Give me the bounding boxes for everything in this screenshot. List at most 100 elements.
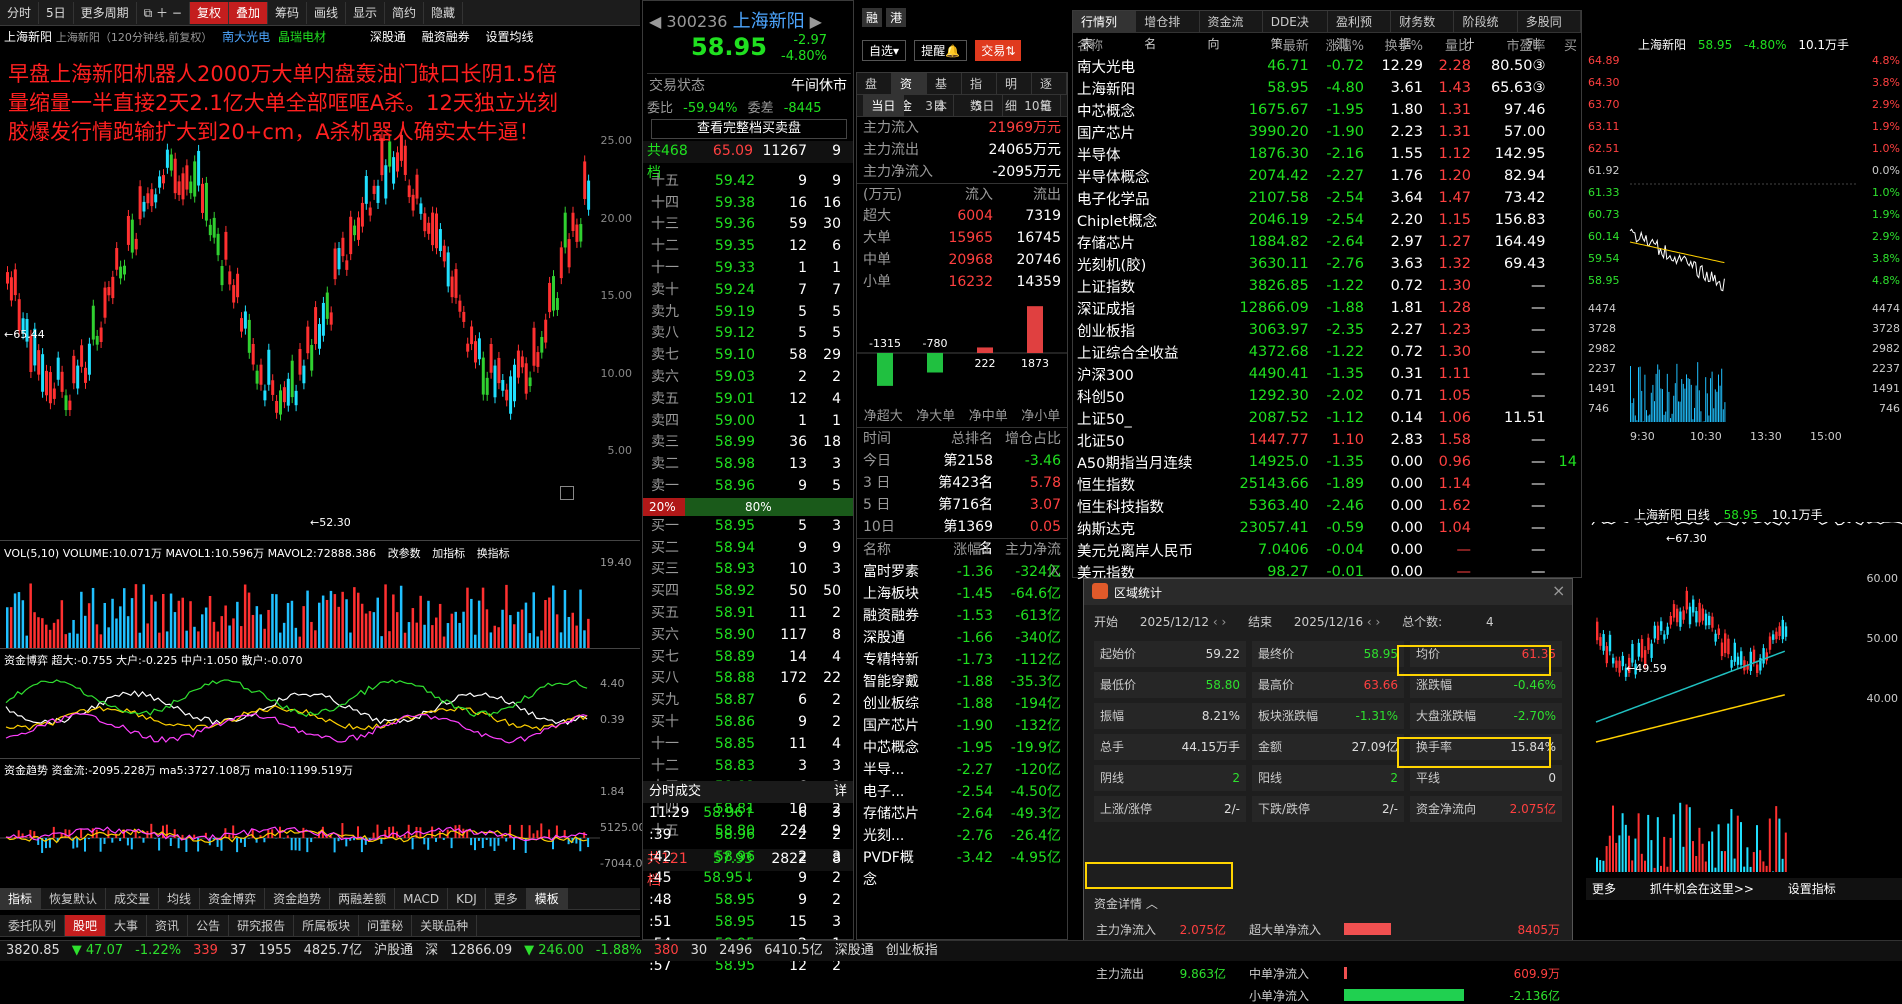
ticks-more-button[interactable]: 详 xyxy=(834,781,847,803)
list-row[interactable]: 北证501447.771.102.831.58— xyxy=(1073,429,1581,451)
list-row[interactable]: 光刻机(胶)3630.11-2.763.631.3269.43 xyxy=(1073,253,1581,275)
tab-template[interactable]: 模板 xyxy=(527,888,568,909)
list-row[interactable]: 纳斯达克23057.41-0.590.001.04— xyxy=(1073,517,1581,539)
book-row[interactable]: 卖七59.105829 xyxy=(643,345,853,367)
toolbar-simple[interactable]: 简约 xyxy=(385,2,424,24)
tab-announce[interactable]: 公告 xyxy=(188,915,229,936)
list-row[interactable]: 电子化学品2107.58-2.543.641.4773.42 xyxy=(1073,187,1581,209)
sector-row[interactable]: 上海板块-1.45-64.6亿 xyxy=(857,583,1067,605)
list-row[interactable]: 上证综合全收益4372.68-1.220.721.30— xyxy=(1073,341,1581,363)
tab-more[interactable]: 更多 xyxy=(486,888,527,909)
sector-row[interactable]: 专精特新-1.73-112亿 xyxy=(857,649,1067,671)
book-row[interactable]: 十二59.35126 xyxy=(643,236,853,258)
book-row[interactable]: 卖五59.01124 xyxy=(643,389,853,411)
hk-badge[interactable]: 港 xyxy=(886,8,906,27)
list-row[interactable]: 上证指数3826.85-1.220.721.30— xyxy=(1073,275,1581,297)
book-row[interactable]: 卖六59.0322 xyxy=(643,367,853,389)
indicator-setting[interactable]: 设置指标 xyxy=(1788,882,1836,896)
book-row[interactable]: 卖八59.1255 xyxy=(643,323,853,345)
book-row[interactable]: 十一59.3311 xyxy=(643,258,853,280)
trade-button[interactable]: 交易⇅ xyxy=(975,40,1021,61)
period-today[interactable]: 当日 xyxy=(863,95,904,116)
period-5d[interactable]: 5日 xyxy=(967,95,1004,116)
period-10d[interactable]: 10日 xyxy=(1016,95,1060,116)
tab-jrdc[interactable]: 晶瑞电材 xyxy=(278,30,326,44)
tab-news[interactable]: 资讯 xyxy=(147,915,188,936)
book-row[interactable]: 买七58.89144 xyxy=(643,647,853,669)
book-row[interactable]: 十三59.365930 xyxy=(643,214,853,236)
toolbar-icons[interactable]: ⧉ ＋ − xyxy=(137,2,190,24)
sector-row[interactable]: 中芯概念-1.95-19.9亿 xyxy=(857,737,1067,759)
tab-research[interactable]: 研究报告 xyxy=(229,915,294,936)
sector-row[interactable]: 存储芯片-2.64-49.3亿 xyxy=(857,803,1067,825)
tab-margin[interactable]: 融资融券 xyxy=(422,30,470,44)
tab-fund-game[interactable]: 资金博弈 xyxy=(200,888,265,909)
list-row[interactable]: 存储芯片1884.82-2.642.971.27164.49 xyxy=(1073,231,1581,253)
book-row[interactable]: 买二58.9499 xyxy=(643,538,853,560)
list-row[interactable]: 国产芯片3990.20-1.902.231.3157.00 xyxy=(1073,121,1581,143)
tab-macd[interactable]: MACD xyxy=(395,888,448,909)
alert-button[interactable]: 提醒🔔 xyxy=(914,40,967,61)
toolbar-5day[interactable]: 5日 xyxy=(39,2,74,24)
tab-sector[interactable]: 所属板块 xyxy=(294,915,359,936)
list-row[interactable]: 恒生指数25143.66-1.890.001.14— xyxy=(1073,473,1581,495)
toolbar-display[interactable]: 显示 xyxy=(346,2,385,24)
tab-ndgd[interactable]: 南大光电 xyxy=(222,30,270,44)
tab-dde[interactable]: DDE决策 xyxy=(1263,11,1328,32)
book-row[interactable]: 买三58.93103 xyxy=(643,559,853,581)
tab-margin-diff[interactable]: 两融差额 xyxy=(330,888,395,909)
sector-row[interactable]: 电子...-2.54-4.50亿 xyxy=(857,781,1067,803)
tab-forum[interactable]: 股吧 xyxy=(65,915,106,936)
list-row[interactable]: 上海新阳58.95-4.803.611.4365.63③ xyxy=(1073,77,1581,99)
book-row[interactable]: 十二58.8333 xyxy=(643,756,853,778)
tab-fund-flow[interactable]: 资金流向 xyxy=(1200,11,1263,32)
tab-ma-setting[interactable]: 设置均线 xyxy=(486,30,534,44)
toolbar-hide[interactable]: 隐藏 xyxy=(424,2,463,24)
tab-related[interactable]: 关联品种 xyxy=(412,915,477,936)
book-row[interactable]: 卖一58.9695 xyxy=(643,476,853,498)
list-row[interactable]: 创业板指3063.97-2.352.271.23— xyxy=(1073,319,1581,341)
book-row[interactable]: 卖三58.993618 xyxy=(643,432,853,454)
vol-switch-button[interactable]: 换指标 xyxy=(477,547,510,560)
kline-square-icon[interactable] xyxy=(560,486,574,500)
book-row[interactable]: 卖十59.2477 xyxy=(643,280,853,302)
toolbar-adjust[interactable]: 复权 xyxy=(190,2,229,24)
tab-order-queue[interactable]: 委托队列 xyxy=(0,915,65,936)
toolbar-more-period[interactable]: 更多周期 xyxy=(74,2,137,24)
book-row[interactable]: 十五59.4299 xyxy=(643,171,853,193)
book-row[interactable]: 卖二58.98133 xyxy=(643,454,853,476)
list-row[interactable]: 上证50_2087.52-1.120.141.0611.51 xyxy=(1073,407,1581,429)
tab-forecast[interactable]: 盈利预测 xyxy=(1328,11,1391,32)
sector-row[interactable]: 国产芯片-1.90-132亿 xyxy=(857,715,1067,737)
tab-kdj[interactable]: KDJ xyxy=(448,888,486,909)
toolbar-overlay[interactable]: 叠加 xyxy=(229,2,268,24)
book-row[interactable]: 买九58.8762 xyxy=(643,690,853,712)
list-row[interactable]: 半导体1876.30-2.161.551.12142.95 xyxy=(1073,143,1581,165)
sector-row[interactable]: 创业板综-1.88-194亿 xyxy=(857,693,1067,715)
book-row[interactable]: 买六58.901178 xyxy=(643,625,853,647)
book-row[interactable]: 买十58.8692 xyxy=(643,712,853,734)
tab-detail[interactable]: 明细 xyxy=(997,73,1032,94)
list-row[interactable]: 中芯概念1675.67-1.951.801.3197.46 xyxy=(1073,99,1581,121)
book-row[interactable]: 买五58.91112 xyxy=(643,603,853,625)
list-row[interactable]: 沪深3004490.41-1.350.311.11— xyxy=(1073,363,1581,385)
list-row[interactable]: 美元兑离岸人民币7.0406-0.040.00—— xyxy=(1073,539,1581,561)
end-date[interactable]: 2025/12/16 xyxy=(1294,615,1363,629)
toolbar-draw[interactable]: 画线 xyxy=(307,2,346,24)
tab-shxy[interactable]: 上海新阳 xyxy=(4,30,52,44)
book-row[interactable]: 买一58.9553 xyxy=(643,516,853,538)
book-row[interactable]: 卖四59.0011 xyxy=(643,411,853,433)
start-date[interactable]: 2025/12/12 xyxy=(1140,615,1209,629)
sector-row[interactable]: 深股通-1.66-340亿 xyxy=(857,627,1067,649)
tab-reset[interactable]: 恢复默认 xyxy=(41,888,106,909)
sector-row[interactable]: 智能穿戴-1.88-35.3亿 xyxy=(857,671,1067,693)
tab-multi[interactable]: 多股同列 xyxy=(1518,11,1581,32)
sector-row[interactable]: 光刻...-2.76-26.4亿 xyxy=(857,825,1067,847)
tab-events[interactable]: 大事 xyxy=(106,915,147,936)
next-stock-icon[interactable]: ▶ xyxy=(810,12,822,31)
list-row[interactable]: 半导体概念2074.42-2.271.761.2082.94 xyxy=(1073,165,1581,187)
list-row[interactable]: 科创501292.30-2.020.711.05— xyxy=(1073,385,1581,407)
tab-quote-list[interactable]: 行情列表 xyxy=(1073,11,1136,32)
margin-badge[interactable]: 融 xyxy=(862,8,882,27)
book-row[interactable]: 买四58.925050 xyxy=(643,581,853,603)
